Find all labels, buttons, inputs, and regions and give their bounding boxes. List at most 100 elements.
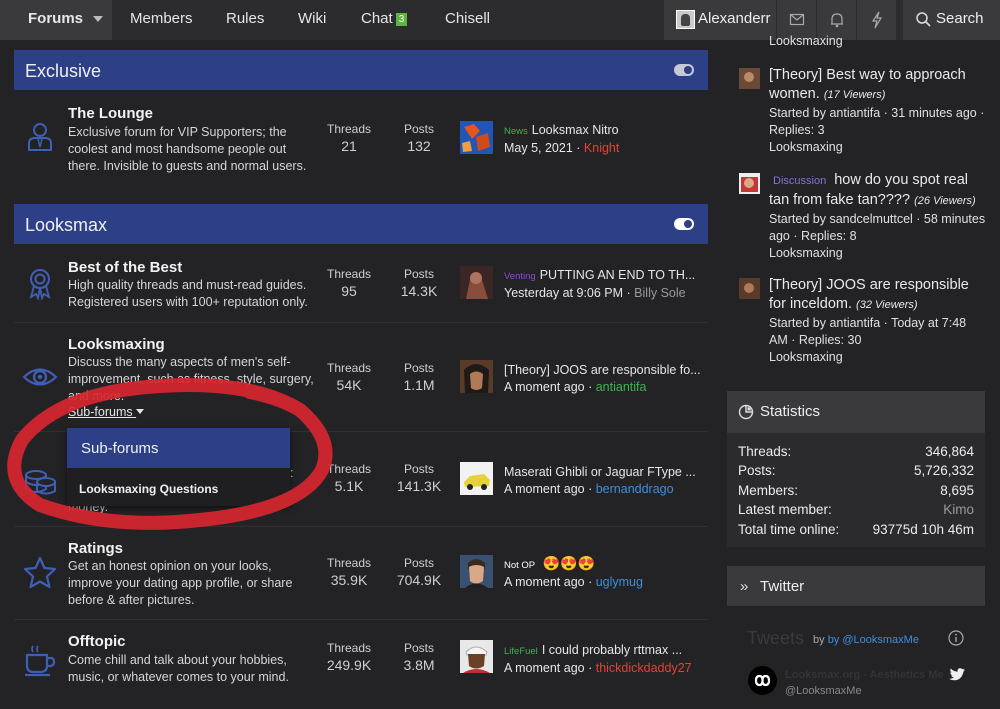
stat-row: Members: 8,695 [738, 483, 974, 498]
threads-label: Threads [326, 267, 372, 281]
last-post-thumbnail[interactable] [460, 640, 493, 673]
sidebar-post-meta: Started by sandcelmuttcel · 58 minutes a… [769, 212, 986, 243]
chart-pie-icon [738, 404, 754, 420]
sidebar-post-forum[interactable]: Looksmaxing [769, 245, 987, 262]
last-post-meta: Yesterday at 9:06 PM · Billy Sole [504, 286, 686, 300]
twitter-account-handle[interactable]: @LooksmaxMe [785, 685, 862, 697]
last-post-meta: A moment ago · antiantifa [504, 380, 647, 394]
double-chevron-right-icon: » [740, 578, 749, 595]
chevron-down-icon[interactable] [93, 16, 103, 22]
statistics-header: Statistics [727, 391, 985, 433]
users-icon [28, 123, 52, 151]
threads-count: 35.9K [330, 572, 368, 588]
avatar[interactable] [739, 278, 760, 299]
sidebar-post-forum[interactable]: Looksmaxing [769, 349, 987, 366]
search-icon [916, 12, 931, 27]
coffee-cup-icon [25, 645, 56, 677]
posts-count: 141.3K [396, 478, 442, 494]
last-post-title[interactable]: LifeFuel I could probably rttmax ... [504, 643, 704, 657]
forum-title[interactable]: The Lounge [68, 105, 153, 122]
last-post-title[interactable]: Maserati Ghibli or Jaguar FType ... [504, 465, 704, 479]
last-post-thumbnail[interactable] [460, 266, 493, 299]
category-header-looksmax[interactable]: Looksmax [14, 204, 708, 244]
nav-wiki[interactable]: Wiki [298, 0, 326, 40]
nav-rules[interactable]: Rules [226, 0, 264, 40]
collapse-toggle[interactable] [674, 218, 694, 230]
last-post-thumbnail[interactable] [460, 462, 493, 495]
avatar[interactable] [748, 666, 777, 695]
sidebar-post-forum[interactable]: Looksmaxing [769, 139, 987, 156]
forum-node-ratings: Ratings Get an honest opinion on your lo… [14, 527, 708, 619]
nav-members[interactable]: Members [130, 0, 193, 40]
last-post-meta: May 5, 2021 · Knight [504, 141, 620, 155]
search-button[interactable]: Search [903, 0, 1000, 40]
stat-row: Threads: 346,864 [738, 444, 974, 459]
avatar[interactable] [739, 173, 760, 194]
last-post-user[interactable]: Billy Sole [634, 286, 685, 300]
threads-count: 249.9K [326, 657, 372, 673]
sidebar-post-forum[interactable]: Looksmaxing [769, 34, 843, 48]
last-post-user[interactable]: thickdickdaddy27 [596, 661, 692, 675]
threads-label: Threads [326, 556, 372, 570]
sidebar-post-title[interactable]: Discussion how do you spot real tan from… [769, 171, 987, 211]
posts-count: 704.9K [396, 572, 442, 588]
twitter-bird-icon [949, 668, 965, 681]
forum-description: High quality threads and must-read guide… [68, 278, 308, 309]
last-post-thumbnail[interactable] [460, 555, 493, 588]
posts-count: 1.1M [403, 377, 435, 393]
info-icon[interactable] [948, 630, 964, 646]
last-post-thumbnail[interactable] [460, 121, 493, 154]
collapse-toggle[interactable] [674, 64, 694, 76]
posts-count: 3.8M [403, 657, 435, 673]
posts-label: Posts [403, 462, 434, 476]
forum-description: Come chill and talk about your hobbies, … [68, 653, 289, 684]
posts-count: 14.3K [400, 283, 438, 299]
nav-chisell[interactable]: Chisell [445, 0, 490, 40]
posts-label: Posts [403, 122, 434, 136]
posts-label: Posts [403, 361, 434, 375]
last-post-user[interactable]: bernanddrago [596, 482, 674, 496]
forum-title[interactable]: Best of the Best [68, 259, 182, 276]
threads-label: Threads [326, 641, 372, 655]
posts-label: Posts [403, 267, 434, 281]
stat-row: Latest member: Kimo [738, 502, 974, 517]
stat-row: Total time online: 93775d 10h 46m [738, 522, 974, 537]
posts-count: 132 [407, 138, 431, 154]
last-post-user[interactable]: antiantifa [596, 380, 647, 394]
posts-label: Posts [403, 556, 434, 570]
twitter-handle-link[interactable]: by @LooksmaxMe [828, 634, 919, 646]
last-post-meta: A moment ago · uglymug [504, 575, 643, 589]
nav-chat[interactable]: Chat 3 [361, 0, 408, 40]
whats-new-button[interactable] [856, 0, 896, 40]
category-header-exclusive[interactable]: Exclusive [14, 50, 708, 90]
twitter-header: » Twitter [727, 566, 985, 608]
last-post-user[interactable]: uglymug [596, 575, 643, 589]
last-post-title[interactable]: Venting PUTTING AN END TO TH... [504, 268, 704, 282]
stat-row: Posts: 5,726,332 [738, 463, 974, 478]
last-post-meta: A moment ago · thickdickdaddy27 [504, 661, 692, 675]
annotation-circle [7, 378, 333, 530]
last-post-meta: A moment ago · bernanddrago [504, 482, 674, 496]
tweets-heading: Tweets [747, 628, 805, 648]
last-post-thumbnail[interactable] [460, 360, 493, 393]
forum-node-best-of-the-best: Best of the Best High quality threads an… [14, 250, 708, 322]
forum-description: Get an honest opinion on your looks, imp… [68, 559, 293, 607]
forum-title[interactable]: Ratings [68, 540, 123, 557]
sidebar-post-title[interactable]: [Theory] Best way to approach women. (17… [769, 66, 987, 105]
last-post-title[interactable]: News Looksmax Nitro [504, 123, 704, 137]
top-navigation: Forums Members Rules Wiki Chat 3 Chisell … [0, 0, 1000, 40]
forum-title[interactable]: Offtopic [68, 633, 126, 650]
forum-title[interactable]: Looksmaxing [68, 336, 165, 353]
sidebar-post-title[interactable]: [Theory] JOOS are responsible for inceld… [769, 276, 987, 315]
twitter-account-name[interactable]: Looksmax.org - Aesthetics Me [785, 669, 944, 681]
avatar[interactable] [739, 68, 760, 89]
award-icon [29, 269, 51, 301]
forum-node-the-lounge: The Lounge Exclusive forum for VIP Suppo… [14, 95, 708, 195]
forum-node-offtopic: Offtopic Come chill and talk about your … [14, 620, 708, 709]
username: Alexanderr [698, 10, 771, 27]
sidebar-post-item: Discussion how do you spot real tan from… [727, 171, 989, 261]
last-post-title[interactable]: Not OP 😍😍😍 [504, 555, 704, 572]
latest-member-link[interactable]: Kimo [943, 502, 974, 517]
last-post-title[interactable]: [Theory] JOOS are responsible fo... [504, 363, 704, 377]
last-post-user[interactable]: Knight [584, 141, 619, 155]
